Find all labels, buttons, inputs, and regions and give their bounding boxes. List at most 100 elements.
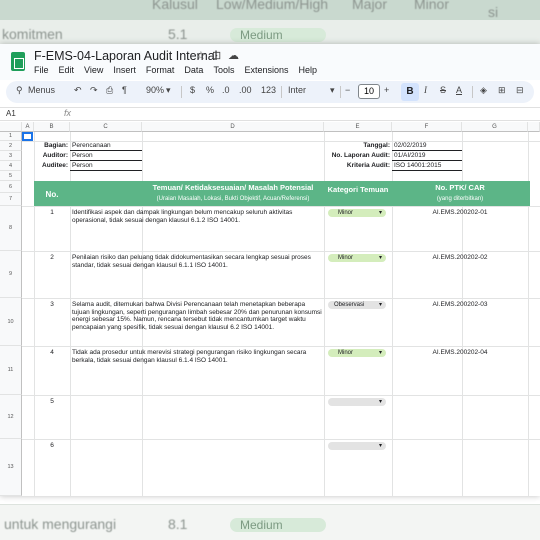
folder-move-icon[interactable]: ⊡ [212, 49, 221, 62]
auditor-underline [70, 160, 142, 161]
menu-insert[interactable]: Insert [113, 65, 136, 75]
font-size-input[interactable]: 10 [358, 84, 380, 99]
row-header-12[interactable]: 12 [0, 395, 22, 439]
zoom-select[interactable]: 90% [146, 85, 164, 95]
currency-button[interactable]: $ [190, 85, 195, 95]
finding-2-text[interactable]: Penilaian risiko dan peluang tidak didok… [72, 254, 322, 269]
font-select[interactable]: Inter [288, 85, 306, 95]
column-header-f[interactable]: F [392, 122, 462, 132]
column-header-e[interactable]: E [324, 122, 392, 132]
row-header-11[interactable]: 11 [0, 346, 22, 395]
chevron-down-icon: ▾ [378, 350, 382, 356]
font-size-decrease-button[interactable]: − [345, 85, 350, 95]
row-header-7[interactable]: 7 [0, 193, 22, 206]
tanggal-value[interactable]: 02/02/2019 [394, 142, 427, 149]
redo-icon[interactable]: ↷ [90, 85, 98, 96]
number-format-button[interactable]: 123 [261, 85, 276, 95]
menu-data[interactable]: Data [184, 65, 203, 75]
finding-3-kategori[interactable]: Obeservasi ▾ [328, 301, 386, 309]
finding-1-kategori[interactable]: Minor ▾ [328, 209, 386, 217]
finding-6-kategori[interactable]: ▾ [328, 442, 386, 450]
menu-view[interactable]: View [84, 65, 103, 75]
column-header-g[interactable]: G [462, 122, 528, 132]
kriteria-value[interactable]: ISO 14001:2015 [394, 162, 441, 169]
row-header-1[interactable]: 1 [0, 132, 22, 141]
menu-help[interactable]: Help [298, 65, 317, 75]
auditee-value[interactable]: Person [72, 162, 93, 169]
bagian-label: Bagian: [44, 142, 68, 149]
menu-format[interactable]: Format [146, 65, 175, 75]
row-header-8[interactable]: 8 [0, 206, 22, 251]
row-header-3[interactable]: 3 [0, 151, 22, 161]
grid-line [22, 206, 540, 207]
star-icon[interactable]: ☆ [196, 49, 206, 62]
menu-tools[interactable]: Tools [213, 65, 234, 75]
auditor-value[interactable]: Person [72, 152, 93, 159]
bagian-underline [70, 150, 142, 151]
finding-4-text[interactable]: Tidak ada prosedur untuk merevisi strate… [72, 349, 322, 364]
finding-2-ptk[interactable]: AI.EMS.200202-02 [392, 254, 528, 261]
row-header-6[interactable]: 6 [0, 181, 22, 193]
font-size-increase-button[interactable]: + [384, 85, 389, 95]
column-header-d[interactable]: D [142, 122, 324, 132]
document-title[interactable]: F-EMS-04-Laporan Audit Internal [34, 49, 217, 63]
row-header-9[interactable]: 9 [0, 251, 22, 298]
column-header-c[interactable]: C [70, 122, 142, 132]
column-header-a[interactable]: A [22, 122, 34, 132]
print-icon[interactable]: ⎙ [106, 85, 113, 96]
finding-2-kategori[interactable]: Minor ▾ [328, 254, 386, 262]
paint-format-icon[interactable]: ¶ [122, 85, 127, 95]
no-laporan-value[interactable]: 01/AI/2019 [394, 152, 425, 159]
borders-icon[interactable]: ⊞ [498, 85, 506, 96]
fill-color-icon[interactable]: ◈ [480, 85, 487, 96]
cloud-icon[interactable]: ☁ [228, 49, 239, 62]
sheets-logo-icon[interactable] [11, 52, 25, 71]
menu-edit[interactable]: Edit [59, 65, 75, 75]
italic-button[interactable]: I [424, 85, 427, 95]
finding-4-kategori-label: Minor [338, 350, 354, 356]
kriteria-label: Kriteria Audit: [346, 162, 390, 169]
no-laporan-label: No. Laporan Audit: [331, 152, 390, 159]
finding-3-text[interactable]: Selama audit, ditemukan bahwa Divisi Per… [72, 301, 322, 331]
finding-4-kategori[interactable]: Minor ▾ [328, 349, 386, 357]
decrease-decimal-button[interactable]: .0 [222, 85, 230, 95]
finding-1-text[interactable]: Identifikasi aspek dan dampak lingkungan… [72, 209, 322, 224]
background-bottom-pill: Medium [230, 518, 326, 532]
title-bar: F-EMS-04-Laporan Audit Internal ☆ ⊡ ☁ Fi… [0, 44, 540, 80]
screen: Kalusul Low/Medium/High Major Minor si k… [0, 0, 540, 540]
undo-icon[interactable]: ↶ [74, 85, 82, 96]
grid-line [22, 439, 540, 440]
finding-5-kategori[interactable]: ▾ [328, 398, 386, 406]
bold-button[interactable]: B [401, 83, 419, 101]
row-header-5[interactable]: 5 [0, 171, 22, 181]
percent-button[interactable]: % [206, 85, 214, 95]
menu-extensions[interactable]: Extensions [244, 65, 288, 75]
tanggal-label: Tanggal: [363, 142, 390, 149]
divider [181, 86, 182, 98]
finding-4-ptk[interactable]: AI.EMS.200202-04 [392, 349, 528, 356]
sheet-grid: A B C D E F G 1 2 3 4 5 6 7 8 9 10 11 12… [0, 122, 540, 496]
row-header-10[interactable]: 10 [0, 298, 22, 346]
grid-line [22, 395, 540, 396]
header-temuan-sub: (Uraian Masalah, Lokasi, Bukti Objektif,… [156, 196, 310, 202]
column-header-b[interactable]: B [34, 122, 70, 132]
menus-search[interactable]: Menus [28, 85, 55, 95]
merge-cells-icon[interactable]: ⊟ [516, 85, 524, 96]
menu-file[interactable]: File [34, 65, 49, 75]
background-header-level: Low/Medium/High [216, 0, 329, 12]
row-header-2[interactable]: 2 [0, 141, 22, 151]
finding-1-ptk[interactable]: AI.EMS.200202-01 [392, 209, 528, 216]
row-header-13[interactable]: 13 [0, 439, 22, 496]
tanggal-underline [392, 150, 462, 151]
strikethrough-button[interactable]: S [440, 85, 446, 95]
bagian-value[interactable]: Perencanaan [72, 142, 111, 149]
text-color-button[interactable]: A [456, 85, 462, 95]
search-icon[interactable]: ⚲ [16, 85, 23, 96]
name-box[interactable]: A1 [6, 109, 16, 118]
finding-3-ptk[interactable]: AI.EMS.200202-03 [392, 301, 528, 308]
chevron-down-icon: ▾ [378, 302, 382, 308]
selected-cell-a1[interactable] [22, 132, 33, 141]
select-all-corner[interactable] [0, 122, 22, 132]
increase-decimal-button[interactable]: .00 [239, 85, 252, 95]
row-header-4[interactable]: 4 [0, 161, 22, 171]
